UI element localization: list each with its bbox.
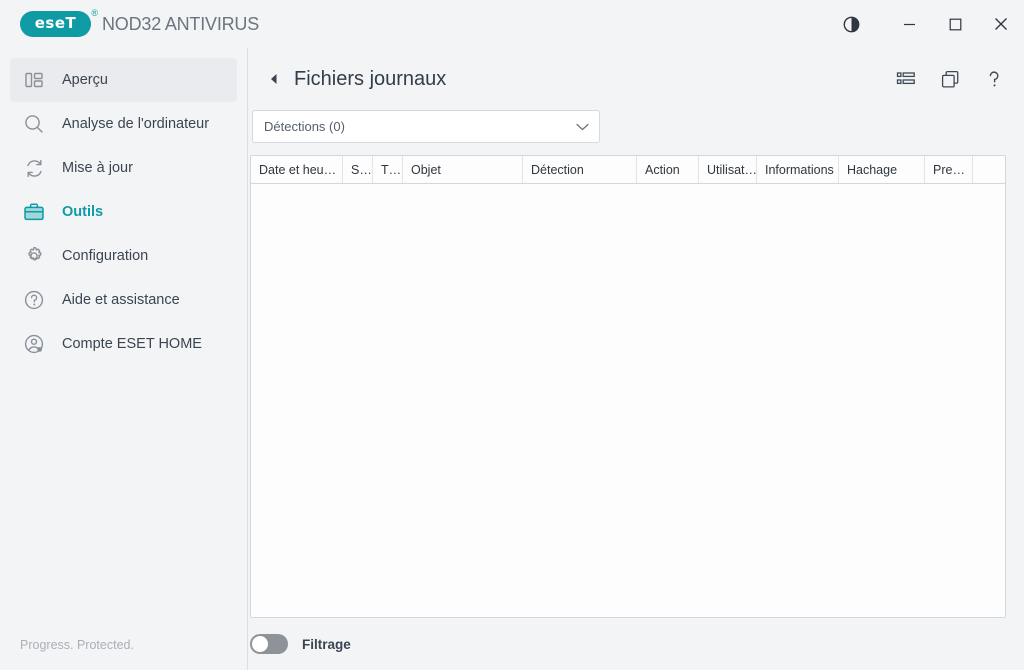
- new-window-button[interactable]: [938, 67, 962, 91]
- eset-logo-text: eseT: [34, 14, 77, 32]
- column-header[interactable]: S…: [343, 156, 373, 183]
- filter-toggle[interactable]: [250, 634, 288, 654]
- column-header[interactable]: Détection: [523, 156, 637, 183]
- header-tools: [894, 67, 1006, 91]
- question-circle-icon: [22, 288, 46, 312]
- user-circle-icon: [22, 332, 46, 356]
- sidebar-item-outils[interactable]: Outils: [10, 190, 237, 234]
- sidebar-item-configuration[interactable]: Configuration: [10, 234, 237, 278]
- list-view-button[interactable]: [894, 67, 918, 91]
- back-button[interactable]: [260, 65, 288, 93]
- column-header[interactable]: Pre…: [925, 156, 973, 183]
- sidebar-item-aide-assistance[interactable]: Aide et assistance: [10, 278, 237, 322]
- log-table-body[interactable]: [251, 184, 1005, 617]
- refresh-icon: [22, 156, 46, 180]
- briefcase-icon: [22, 200, 46, 224]
- minimize-button[interactable]: [886, 0, 932, 48]
- brand-area: eseT ® NOD32 ANTIVIRUS: [0, 8, 260, 37]
- eset-antivirus-window: eseT ® NOD32 ANTIVIRUS Aperçu Analyse de…: [0, 0, 1024, 670]
- log-type-select-value: Détections (0): [264, 119, 345, 134]
- title-bar: eseT ® NOD32 ANTIVIRUS: [0, 0, 1024, 48]
- column-header[interactable]: Hachage: [839, 156, 925, 183]
- sidebar-item-label: Compte ESET HOME: [62, 336, 202, 352]
- eset-logo: eseT ®: [20, 8, 98, 37]
- sidebar-item-label: Analyse de l'ordinateur: [62, 116, 210, 132]
- sidebar-item-label: Configuration: [62, 248, 149, 264]
- column-header[interactable]: Utilisat…: [699, 156, 757, 183]
- sidebar-item-label: Aide et assistance: [62, 292, 180, 308]
- maximize-icon: [949, 18, 961, 30]
- dashboard-icon: [22, 68, 46, 92]
- body-split: Aperçu Analyse de l'ordinateur Mise à jo…: [0, 48, 1024, 670]
- column-header[interactable]: T…: [373, 156, 403, 183]
- column-header[interactable]: Informations: [757, 156, 839, 183]
- column-header[interactable]: [973, 156, 1005, 183]
- page-title: Fichiers journaux: [294, 67, 447, 90]
- copy-windows-icon: [941, 70, 958, 88]
- close-icon: [995, 18, 1007, 30]
- protection-status-text: Progress. Protected.: [20, 638, 134, 652]
- filter-toggle-label: Filtrage: [302, 636, 351, 652]
- main-header: Fichiers journaux: [248, 48, 1024, 110]
- close-button[interactable]: [978, 0, 1024, 48]
- magnifier-icon: [22, 112, 46, 136]
- chevron-down-icon: [576, 123, 589, 131]
- registered-mark: ®: [91, 8, 98, 18]
- gear-icon: [22, 244, 46, 268]
- help-button[interactable]: [982, 67, 1006, 91]
- filter-toggle-knob: [252, 636, 268, 652]
- product-name: NOD32 ANTIVIRUS: [102, 13, 260, 34]
- sidebar-item-label: Aperçu: [62, 72, 108, 88]
- maximize-button[interactable]: [932, 0, 978, 48]
- sidebar-item-apercu[interactable]: Aperçu: [10, 58, 237, 102]
- back-arrow-icon: [271, 74, 277, 84]
- sidebar: Aperçu Analyse de l'ordinateur Mise à jo…: [0, 48, 248, 670]
- sidebar-item-label: Mise à jour: [62, 160, 133, 176]
- log-type-select[interactable]: Détections (0): [252, 110, 600, 143]
- log-table: Date et heu… S… T… Objet Détection Action Util…: [250, 155, 1006, 618]
- column-header[interactable]: Action: [637, 156, 699, 183]
- log-table-header: Date et heu… S… T… Objet Détection Action Util…: [251, 156, 1005, 184]
- theme-toggle-button[interactable]: [828, 0, 874, 48]
- minimize-icon: [903, 23, 915, 25]
- sidebar-item-compte-eset-home[interactable]: Compte ESET HOME: [10, 322, 237, 366]
- column-header[interactable]: Objet: [403, 156, 523, 183]
- sidebar-item-analyse-ordinateur[interactable]: Analyse de l'ordinateur: [10, 102, 237, 146]
- main-content: Fichiers journaux Détections (0) Date et…: [248, 48, 1024, 670]
- list-view-icon: [896, 72, 915, 85]
- main-footer: Filtrage: [248, 618, 1024, 670]
- column-header[interactable]: Date et heu…: [251, 156, 343, 183]
- theme-toggle-icon: [843, 16, 859, 32]
- sidebar-item-label: Outils: [62, 204, 104, 220]
- help-icon: [989, 71, 999, 87]
- sidebar-item-mise-a-jour[interactable]: Mise à jour: [10, 146, 237, 190]
- filter-row: Détections (0): [248, 110, 1024, 143]
- window-controls: [828, 0, 1024, 48]
